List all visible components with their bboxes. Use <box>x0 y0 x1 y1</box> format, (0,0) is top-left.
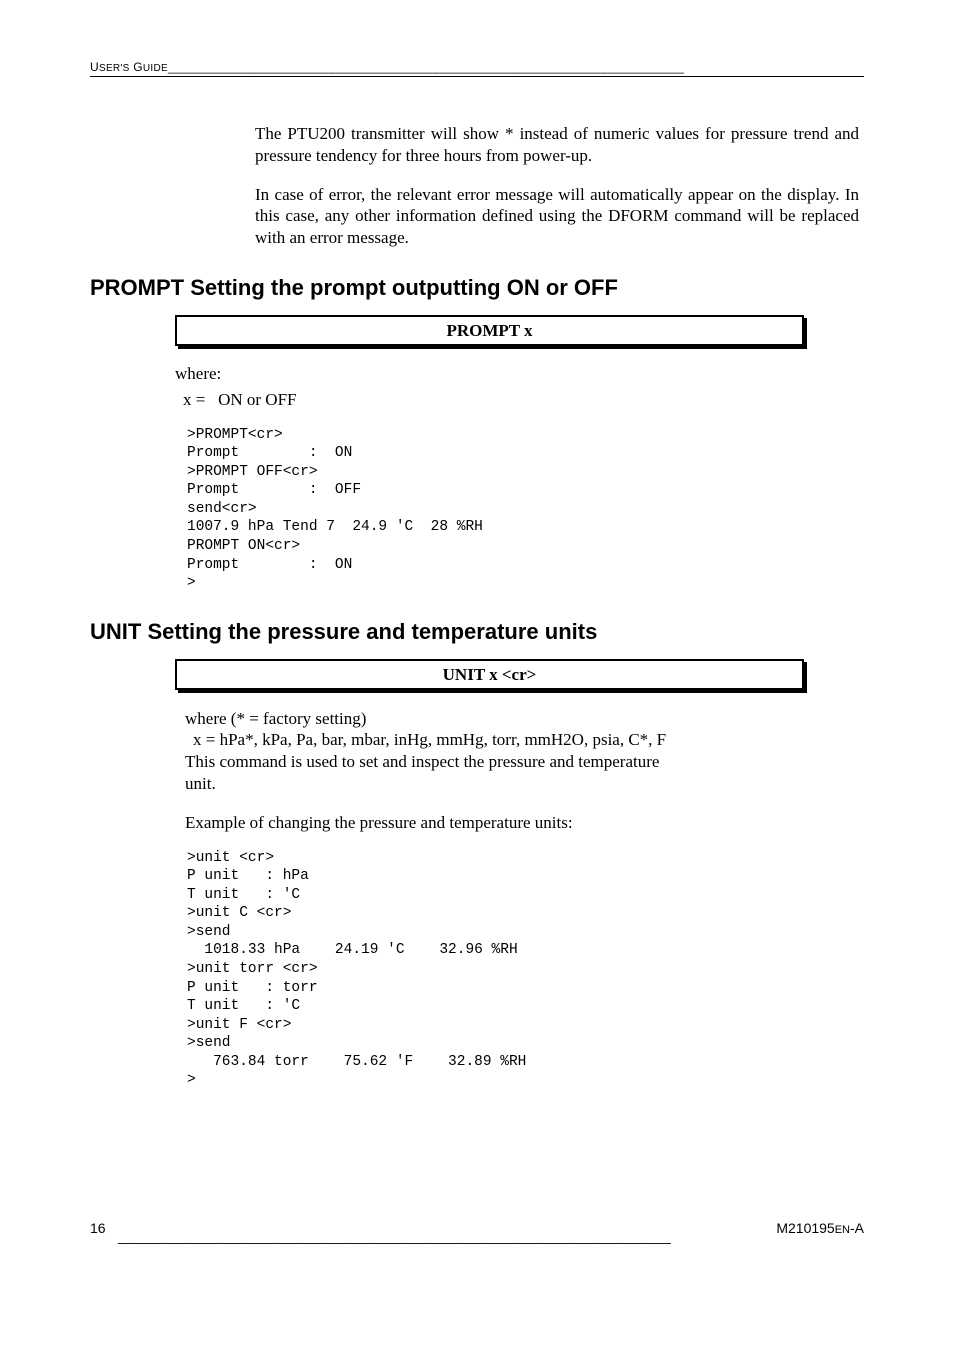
header-title: USER'S GUIDE <box>90 60 168 74</box>
x-equals-row: x = ON or OFF <box>183 390 864 410</box>
unit-desc-line2: unit. <box>185 773 864 795</box>
x-value: ON or OFF <box>218 390 296 409</box>
doc-id: M210195en-A <box>776 1220 864 1236</box>
unit-desc-line1: This command is used to set and inspect … <box>185 751 864 773</box>
where-label-1: where: <box>175 364 864 384</box>
unit-where-block: where (* = factory setting) x = hPa*, kP… <box>185 708 864 795</box>
x-label: x = <box>183 390 205 409</box>
header-rule: ________________________________________… <box>168 60 684 74</box>
page-number: 16 <box>90 1220 106 1236</box>
section-prompt-heading: PROMPT Setting the prompt outputting ON … <box>90 275 864 301</box>
unit-code-block: >unit <cr> P unit : hPa T unit : 'C >uni… <box>187 849 864 1090</box>
page-footer: 16 M210195en-A _________________________… <box>90 1220 864 1236</box>
prompt-command-box: PROMPT x <box>175 315 804 346</box>
paragraph-1: The PTU200 transmitter will show * inste… <box>255 123 859 167</box>
where-line-2: where (* = factory setting) <box>185 708 864 730</box>
prompt-code-block: >PROMPT<cr> Prompt : ON >PROMPT OFF<cr> … <box>187 426 864 593</box>
unit-command-box: UNIT x <cr> <box>175 659 804 690</box>
section-unit-heading: UNIT Setting the pressure and temperatur… <box>90 619 864 645</box>
footer-rule: ________________________________________… <box>118 1228 744 1244</box>
page-header: USER'S GUIDE____________________________… <box>90 60 864 77</box>
paragraph-2: In case of error, the relevant error mes… <box>255 184 859 249</box>
unit-x-line: x = hPa*, kPa, Pa, bar, mbar, inHg, mmHg… <box>193 729 864 751</box>
example-label: Example of changing the pressure and tem… <box>185 813 864 833</box>
